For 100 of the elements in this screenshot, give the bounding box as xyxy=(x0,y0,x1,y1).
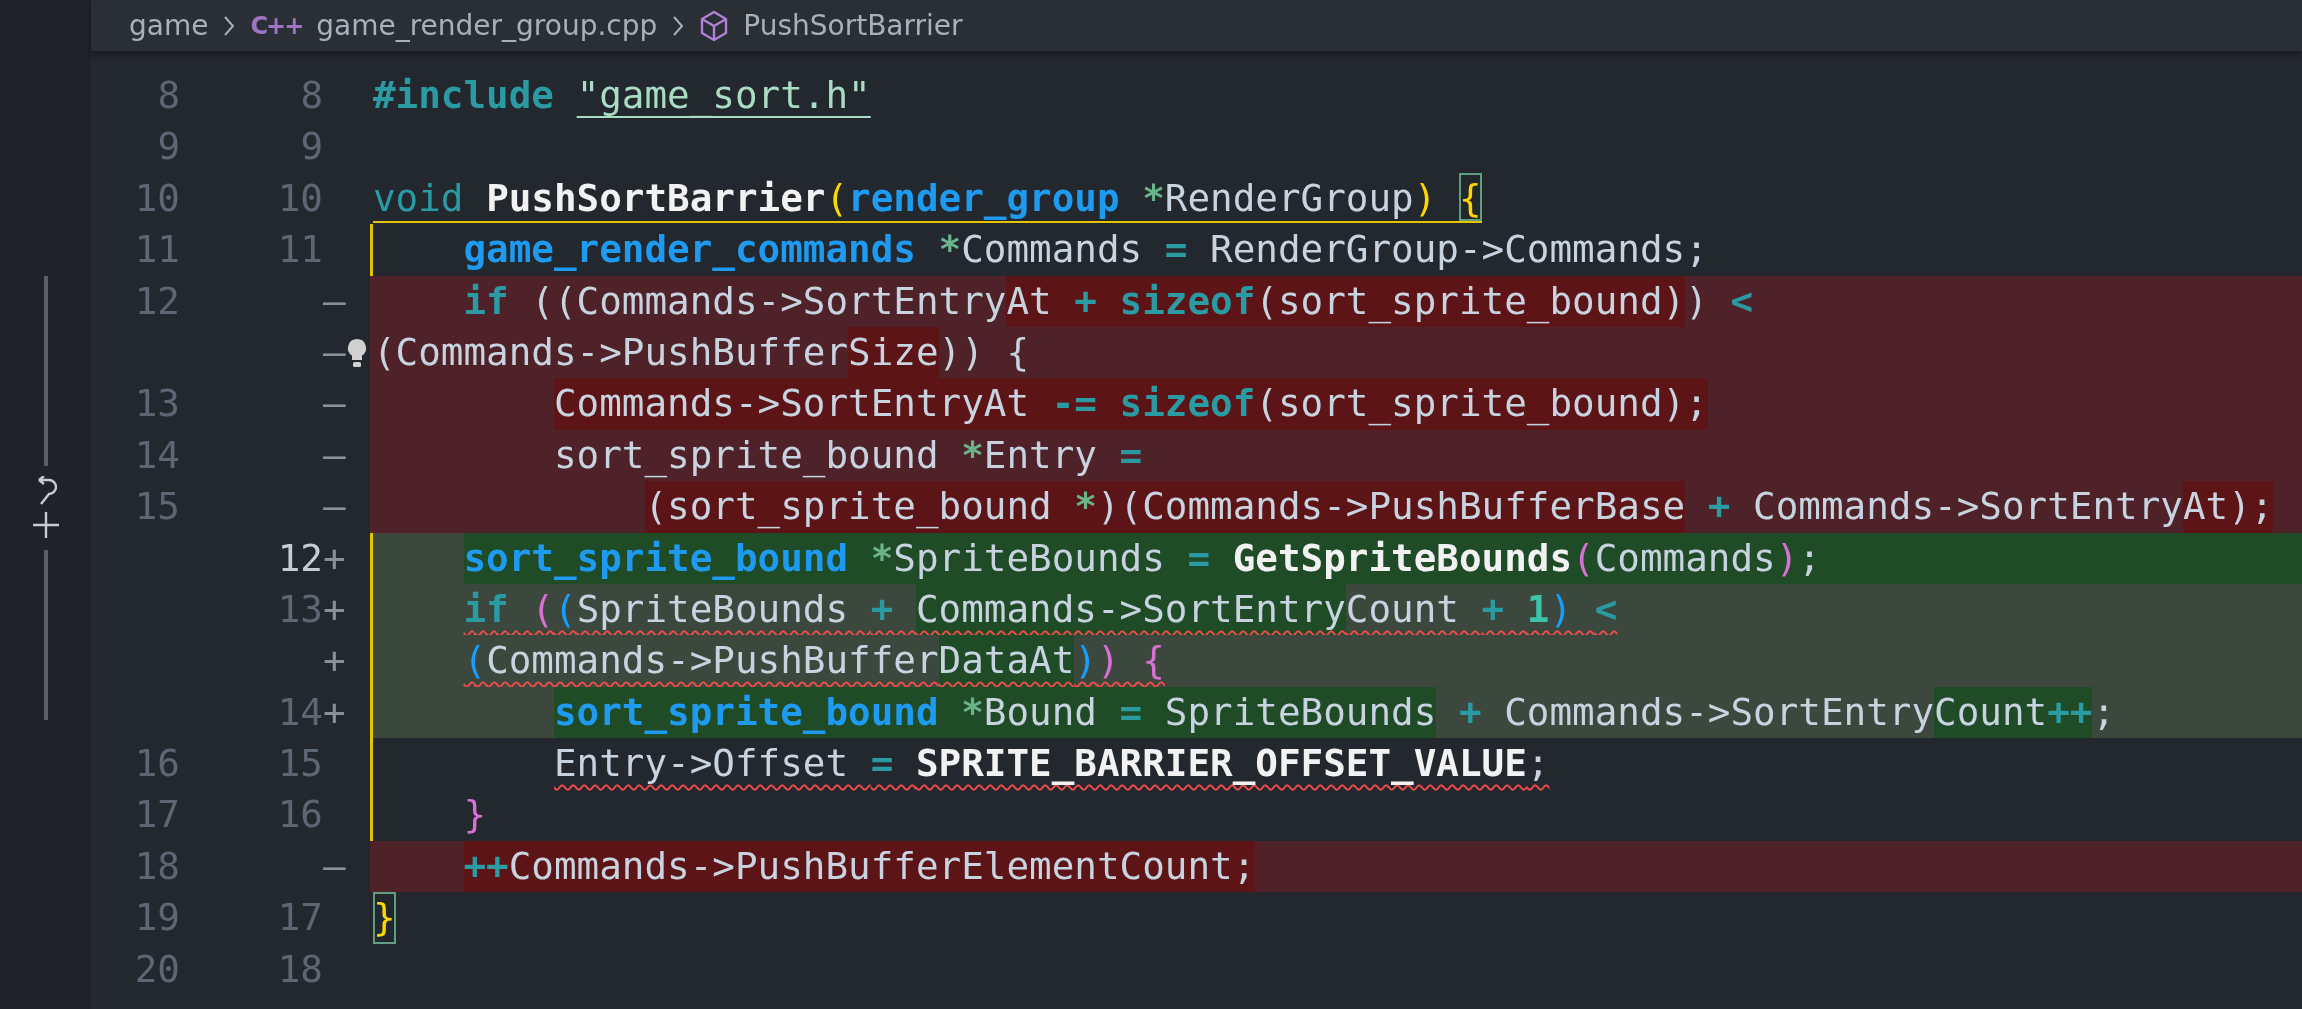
diff-marker: + xyxy=(323,638,346,683)
code-token: )) { xyxy=(938,328,1030,376)
breadcrumb-item[interactable]: PushSortBarrier xyxy=(743,9,963,42)
cpp-file-icon: C++ xyxy=(250,11,303,40)
code-token: ) xyxy=(1549,585,1574,633)
code-token: ( xyxy=(463,637,487,685)
code-token: "game_sort.h" xyxy=(576,72,871,119)
line-number: 18 xyxy=(134,842,180,890)
code-token: PushSortBarrier xyxy=(486,174,826,221)
code-token: + xyxy=(870,585,895,633)
line-number: 11 xyxy=(277,226,323,274)
code-token: ( xyxy=(1572,532,1595,584)
line-number: 9 xyxy=(300,123,323,171)
code-token: + xyxy=(1481,585,1506,633)
code-token: * xyxy=(1142,174,1165,221)
code-token: * xyxy=(961,431,984,479)
code-token: sizeof xyxy=(1119,378,1256,430)
code-token: Commands xyxy=(961,226,1144,274)
code-token: RenderGroup->Commands; xyxy=(1209,226,1708,274)
code-token: SpriteBounds xyxy=(576,585,850,633)
code-token: (Commands->PushBuffer xyxy=(373,328,849,376)
code-token: Commands->PushBuffer xyxy=(486,637,939,685)
code-token: sort_sprite_bound xyxy=(554,431,940,480)
code-token: sizeof xyxy=(1119,275,1256,327)
code-token: At); xyxy=(2182,481,2274,533)
diff-marker: — xyxy=(323,329,346,374)
code-token: ( xyxy=(825,174,849,221)
scrollbar[interactable] xyxy=(43,276,48,466)
scrollbar[interactable] xyxy=(43,550,48,720)
code-token: Commands xyxy=(1594,532,1776,584)
code-token: + xyxy=(1457,688,1482,736)
line-number: 13 xyxy=(134,380,180,428)
code-token: Commands->SortEntry xyxy=(1503,688,1935,736)
code-token: = xyxy=(1119,686,1165,739)
line-number: 8 xyxy=(157,72,180,119)
code-token: ; xyxy=(1798,532,1821,584)
code-token: sort_sprite_bound xyxy=(554,686,962,739)
code-token: Entry xyxy=(983,431,1098,479)
code-token: = xyxy=(1119,431,1143,479)
code-token: ((Commands->SortEntry xyxy=(530,277,1007,325)
code-token: SPRITE_BARRIER_OFFSET_VALUE xyxy=(916,740,1527,788)
code-token: Bound xyxy=(983,686,1120,739)
line-number: 13 xyxy=(277,585,323,633)
code-token: + xyxy=(1074,275,1120,327)
diff-marker: + xyxy=(323,535,346,580)
diff-marker: — xyxy=(323,381,346,426)
code-token: { xyxy=(1459,172,1482,221)
lightbulb-icon[interactable] xyxy=(345,336,369,369)
code-token: SpriteBounds xyxy=(1164,686,1437,739)
line-number: 20 xyxy=(134,945,180,993)
line-number: 12 xyxy=(134,277,180,325)
code-token: 1 xyxy=(1526,585,1550,633)
code-token: if xyxy=(463,277,509,325)
line-number: 11 xyxy=(134,226,180,274)
code-token: < xyxy=(1594,585,1618,633)
code-token: render_group xyxy=(848,174,1121,221)
breadcrumb-item[interactable]: game xyxy=(129,9,209,42)
line-number: 16 xyxy=(134,740,180,788)
plus-icon[interactable] xyxy=(30,510,61,540)
line-number: 12 xyxy=(277,534,323,582)
line-number: 19 xyxy=(134,894,180,942)
diff-marker: — xyxy=(323,278,346,323)
line-number: 15 xyxy=(134,483,180,531)
line-number: 16 xyxy=(277,791,323,839)
code-token: Commands->SortEntry xyxy=(1752,483,2183,531)
code-token: )(Commands->PushBufferBase xyxy=(1097,481,1686,533)
diff-marker: — xyxy=(323,432,346,477)
code-token: = xyxy=(1164,226,1188,274)
code-token: sort_sprite_bound xyxy=(463,532,871,584)
code-token: ) xyxy=(1413,174,1438,221)
line-number: 17 xyxy=(277,894,323,942)
code-token: * xyxy=(1074,481,1097,533)
cube-icon xyxy=(699,9,730,42)
line-number: 18 xyxy=(277,945,323,993)
code-token: ; xyxy=(1526,740,1550,788)
line-number: 14 xyxy=(277,688,323,736)
diff-marker: — xyxy=(323,484,346,529)
code-token: } xyxy=(463,791,487,839)
code-token: } xyxy=(373,892,396,944)
line-number: 8 xyxy=(300,72,323,119)
code-token: ++ xyxy=(2047,686,2093,739)
code-token: At xyxy=(1006,275,1075,327)
line-number: 15 xyxy=(277,740,323,788)
diff-marker: — xyxy=(323,843,346,888)
code-token: Commands->PushBufferElementCount; xyxy=(508,840,1256,893)
code-token: if xyxy=(463,585,510,633)
code-token: (sort_sprite_bound xyxy=(644,481,1075,533)
line-number: 9 xyxy=(157,123,180,171)
code-token: * xyxy=(961,686,984,739)
code-token: Commands->SortEntryAt xyxy=(554,378,1052,430)
code-token: Size xyxy=(848,326,939,379)
line-number: 17 xyxy=(134,791,180,839)
diff-marker: + xyxy=(323,689,346,734)
code-token: ) xyxy=(1074,637,1097,685)
code-token: void xyxy=(373,174,465,221)
code-token: DataAt xyxy=(938,635,1075,687)
breadcrumb-item[interactable]: game_render_group.cpp xyxy=(316,9,658,42)
code-token: Count xyxy=(1934,686,2048,739)
code-token: ++ xyxy=(463,840,509,893)
code-token: = xyxy=(870,740,895,788)
